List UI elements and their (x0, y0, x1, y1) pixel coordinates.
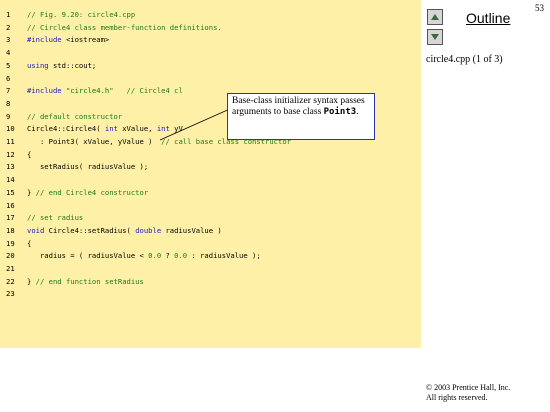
callout-box: Base-class initializer syntax passes arg… (227, 93, 375, 140)
copyright-line1: © 2003 Prentice Hall, Inc. (426, 383, 511, 392)
copyright-line2: All rights reserved. (426, 393, 488, 402)
callout-tail: . (356, 107, 359, 117)
copyright: © 2003 Prentice Hall, Inc. All rights re… (426, 383, 510, 403)
callout-pointer-line (159, 107, 233, 141)
callout-code: Point3 (323, 107, 357, 117)
